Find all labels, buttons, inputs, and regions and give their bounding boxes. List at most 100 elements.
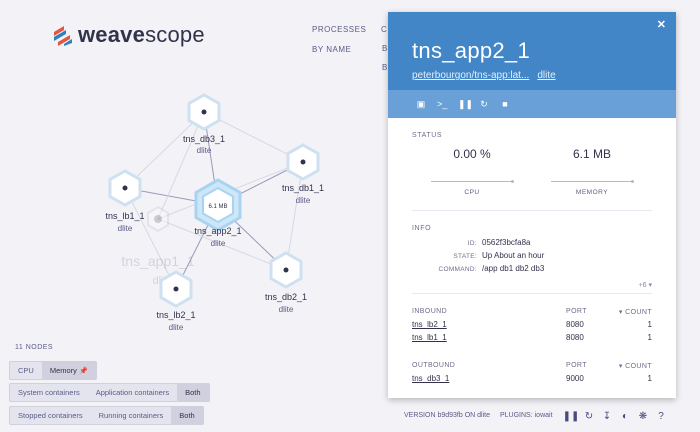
memory-metric: 6.1 MB MEMORY	[537, 147, 647, 196]
topology-processes[interactable]: PROCESSES	[312, 25, 366, 34]
container-state-filter: Stopped containers Running containers Bo…	[9, 406, 204, 425]
node-sublabel: dlite	[197, 146, 212, 155]
graph-node-tns-db2[interactable]: tns_db2_1 dlite	[265, 251, 307, 314]
connection-port: 8080	[566, 320, 584, 329]
metric-option-cpu[interactable]: CPU	[10, 362, 42, 379]
filter-both-states[interactable]: Both	[171, 407, 203, 424]
panel-header: ✕ tns_app2_1 peterbourgon/tns-app:lat...…	[388, 12, 676, 90]
cpu-sparkline	[431, 180, 514, 183]
info-key: COMMAND:	[438, 266, 477, 273]
node-sublabel: dlite	[279, 305, 294, 314]
filter-system-containers[interactable]: System containers	[10, 384, 88, 401]
monitor-icon[interactable]: ▣	[416, 99, 426, 110]
filter-application-containers[interactable]: Application containers	[88, 384, 177, 401]
refresh-icon[interactable]: ↻	[583, 410, 595, 422]
node-label: tns_db3_1	[183, 134, 225, 144]
chevron-down-icon: ▾	[648, 282, 652, 289]
sort-desc-icon: ▾	[618, 309, 623, 316]
table-row: tns_db3_1 9000 1	[412, 374, 652, 383]
outbound-count-header[interactable]: ▾ COUNT	[614, 362, 652, 370]
plugins-text: PLUGINS: iowait	[500, 412, 553, 419]
node-label: tns_lb2_1	[156, 310, 195, 320]
topology-by-name[interactable]: BY NAME	[312, 45, 366, 54]
panel-toolbar: ▣ >_ ❚❚ ↻ ■	[388, 90, 676, 118]
info-value: /app db1 db2 db3	[482, 264, 545, 273]
sort-desc-icon: ▾	[618, 363, 623, 370]
restart-icon[interactable]: ↻	[479, 99, 489, 110]
connection-port: 9000	[566, 374, 584, 383]
node-details-panel: ✕ tns_app2_1 peterbourgon/tns-app:lat...…	[388, 12, 676, 398]
inbound-header: INBOUND PORT ▾ COUNT	[412, 308, 652, 316]
stop-icon[interactable]: ■	[500, 99, 510, 109]
close-icon[interactable]: ✕	[657, 18, 666, 31]
filter-stopped-containers[interactable]: Stopped containers	[10, 407, 91, 424]
info-section-title: INFO	[412, 225, 432, 232]
weave-logo-icon	[54, 26, 72, 46]
connection-port: 8080	[566, 333, 584, 342]
memory-value: 6.1 MB	[572, 147, 611, 161]
filter-both-containers[interactable]: Both	[177, 384, 209, 401]
inbound-port-header[interactable]: PORT	[566, 308, 614, 316]
info-row-state: STATE: Up About an hour	[412, 251, 652, 260]
metric-option-memory[interactable]: Memory 📌	[41, 362, 96, 379]
outbound-port-header[interactable]: PORT	[566, 362, 614, 370]
contrast-icon[interactable]: ◐	[619, 410, 631, 422]
info-key: ID:	[467, 240, 477, 247]
graph-node-tns-db1[interactable]: tns_db1_1 dlite	[282, 143, 324, 205]
weavescope-logo[interactable]: weavescope	[52, 22, 205, 48]
cpu-label: CPU	[464, 189, 480, 196]
help-icon[interactable]: ?	[655, 410, 667, 422]
divider	[412, 210, 652, 211]
pause-icon[interactable]: ❚❚	[458, 99, 473, 110]
panel-title: tns_app2_1	[412, 38, 530, 63]
edge-faint-2	[124, 187, 177, 290]
logo-weave-text: weave	[78, 22, 146, 47]
show-more-button[interactable]: +6 ▾	[412, 281, 652, 289]
graph-node-tns-lb1[interactable]: tns_lb1_1 dlite	[105, 169, 145, 233]
node-label: tns_db2_1	[265, 292, 307, 302]
show-more-label: +6	[638, 282, 647, 289]
pin-icon[interactable]: 📌	[79, 368, 88, 375]
connection-node-link[interactable]: tns_lb2_1	[412, 320, 566, 329]
graph-node-tns-lb2[interactable]: tns_lb2_1 dlite	[156, 270, 196, 332]
footer-actions: ❚❚ ↻ ↧ ◐ ❋ ?	[563, 410, 667, 422]
terminal-icon[interactable]: >_	[437, 99, 447, 109]
memory-sparkline	[551, 180, 634, 183]
connection-node-link[interactable]: tns_lb1_1	[412, 333, 566, 342]
footer-info: VERSION b9d93fb ON dlite PLUGINS: iowait	[404, 412, 553, 419]
status-section-title: STATUS	[412, 132, 443, 139]
node-sublabel: dlite	[211, 239, 226, 248]
info-row-id: ID: 0562f3bcfa8a	[412, 238, 652, 247]
inbound-count-header[interactable]: ▾ COUNT	[614, 308, 652, 316]
table-row: tns_lb2_1 8080 1	[412, 320, 652, 329]
pause-icon[interactable]: ❚❚	[563, 410, 580, 422]
node-count: 11 NODES	[15, 344, 54, 351]
inbound-title: INBOUND	[412, 308, 448, 315]
topology-sub-stub-1[interactable]: B	[382, 44, 387, 53]
metric-selector: CPU Memory 📌	[9, 361, 97, 380]
cpu-value: 0.00 %	[453, 147, 491, 161]
image-link[interactable]: peterbourgon/tns-app:lat...	[412, 70, 529, 81]
info-value: 0562f3bcfa8a	[482, 238, 531, 247]
info-table: ID: 0562f3bcfa8a STATE: Up About an hour…	[412, 238, 652, 273]
outbound-header: OUTBOUND PORT ▾ COUNT	[412, 362, 652, 370]
connection-count: 1	[647, 333, 652, 342]
status-metrics: 0.00 % CPU 6.1 MB MEMORY	[412, 147, 652, 196]
topology-containers-stub[interactable]: C	[381, 25, 387, 34]
cpu-metric: 0.00 % CPU	[417, 147, 527, 196]
bug-icon[interactable]: ❋	[637, 410, 649, 422]
info-key: STATE:	[453, 253, 477, 260]
memory-label: MEMORY	[575, 189, 609, 196]
outbound-title: OUTBOUND	[412, 362, 456, 369]
download-icon[interactable]: ↧	[601, 410, 613, 422]
connection-count: 1	[647, 320, 652, 329]
connection-node-link[interactable]: tns_db3_1	[412, 374, 566, 383]
node-label: tns_db1_1	[282, 183, 324, 193]
node-sublabel: dlite	[296, 196, 311, 205]
filter-running-containers[interactable]: Running containers	[91, 407, 172, 424]
host-link[interactable]: dlite	[537, 70, 555, 81]
inbound-count-label: COUNT	[625, 309, 652, 316]
table-row: tns_lb1_1 8080 1	[412, 333, 652, 342]
version-text: VERSION b9d93fb ON dlite	[404, 412, 490, 419]
outbound-count-label: COUNT	[625, 363, 652, 370]
